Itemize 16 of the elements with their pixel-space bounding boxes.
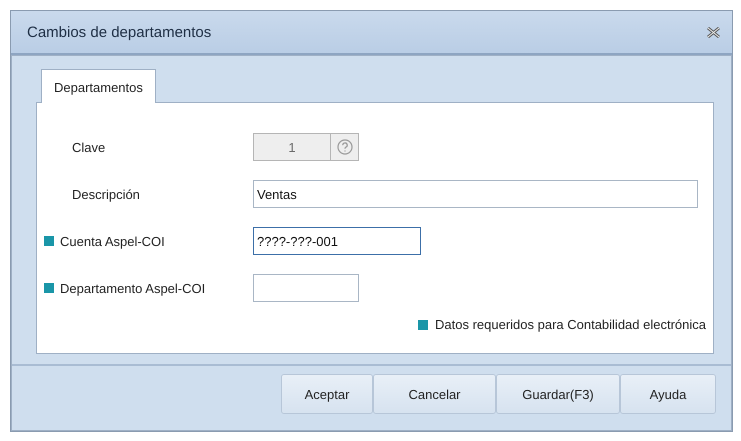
field-label: Descripción (72, 186, 140, 202)
question-icon (336, 139, 352, 155)
field-label: Clave (72, 140, 106, 154)
dialog-button[interactable]: Guardar(F3) (496, 374, 620, 414)
field-label: Departamento Aspel-COI (60, 280, 206, 296)
field-label: Cuenta Aspel-COI (60, 234, 165, 248)
input-field[interactable]: ????-???-001 (253, 227, 421, 255)
tab[interactable]: Departamentos (41, 69, 156, 103)
dialog-button[interactable]: Ayuda (620, 374, 716, 414)
dialog-button[interactable]: Cancelar (373, 374, 496, 414)
dialog-button[interactable]: Aceptar (281, 374, 373, 414)
close-icon[interactable] (707, 26, 720, 38)
window-title: Cambios de departamentos (27, 24, 212, 40)
input-field[interactable]: Ventas (253, 180, 698, 208)
input-field[interactable] (253, 274, 359, 302)
legend-text: Datos requeridos para Contabilidad electrónica (435, 317, 706, 332)
